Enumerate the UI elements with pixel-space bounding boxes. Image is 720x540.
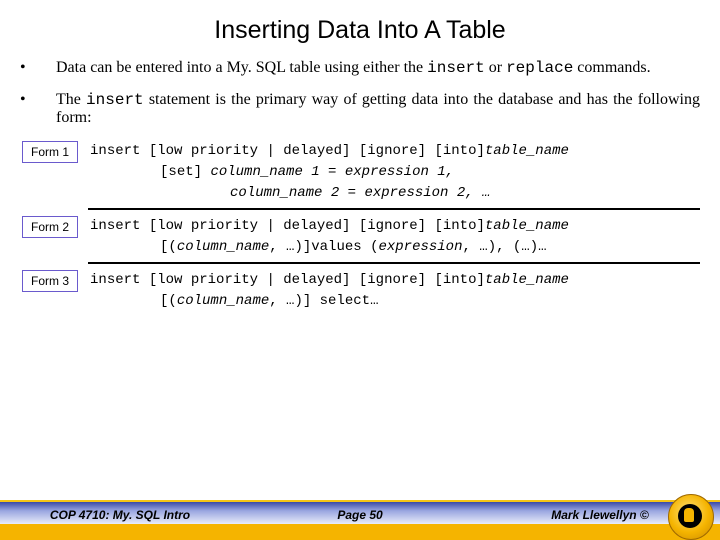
footer-left: COP 4710: My. SQL Intro [0,508,240,522]
divider [88,208,700,210]
bullet-text: The insert statement is the primary way … [56,91,700,127]
bullet-mark: • [20,91,56,127]
footer-text: COP 4710: My. SQL Intro Page 50 Mark Lle… [0,508,720,522]
form-label-1: Form 1 [22,141,78,163]
form-row: Form 2 insert [low priority | delayed] [… [20,216,700,258]
bullet-item: • Data can be entered into a My. SQL tab… [20,59,700,77]
code-area: insert [low priority | delayed] [ignore]… [90,270,700,312]
code-area: insert [low priority | delayed] [ignore]… [90,216,700,258]
footer: COP 4710: My. SQL Intro Page 50 Mark Lle… [0,488,720,540]
code-area: insert [low priority | delayed] [ignore]… [90,141,700,204]
bullet-text: Data can be entered into a My. SQL table… [56,59,700,77]
bullet-list: • Data can be entered into a My. SQL tab… [20,59,700,127]
page-title: Inserting Data Into A Table [20,16,700,45]
bullet-mark: • [20,59,56,77]
bullet-item: • The insert statement is the primary wa… [20,91,700,127]
ucf-logo-icon [668,494,712,538]
forms-block: Form 1 insert [low priority | delayed] [… [20,141,700,312]
form-label-3: Form 3 [22,270,78,292]
footer-gold [0,524,720,540]
form-label-2: Form 2 [22,216,78,238]
footer-center: Page 50 [240,508,480,522]
form-row: Form 3 insert [low priority | delayed] [… [20,270,700,312]
form-row: Form 1 insert [low priority | delayed] [… [20,141,700,204]
divider [88,262,700,264]
